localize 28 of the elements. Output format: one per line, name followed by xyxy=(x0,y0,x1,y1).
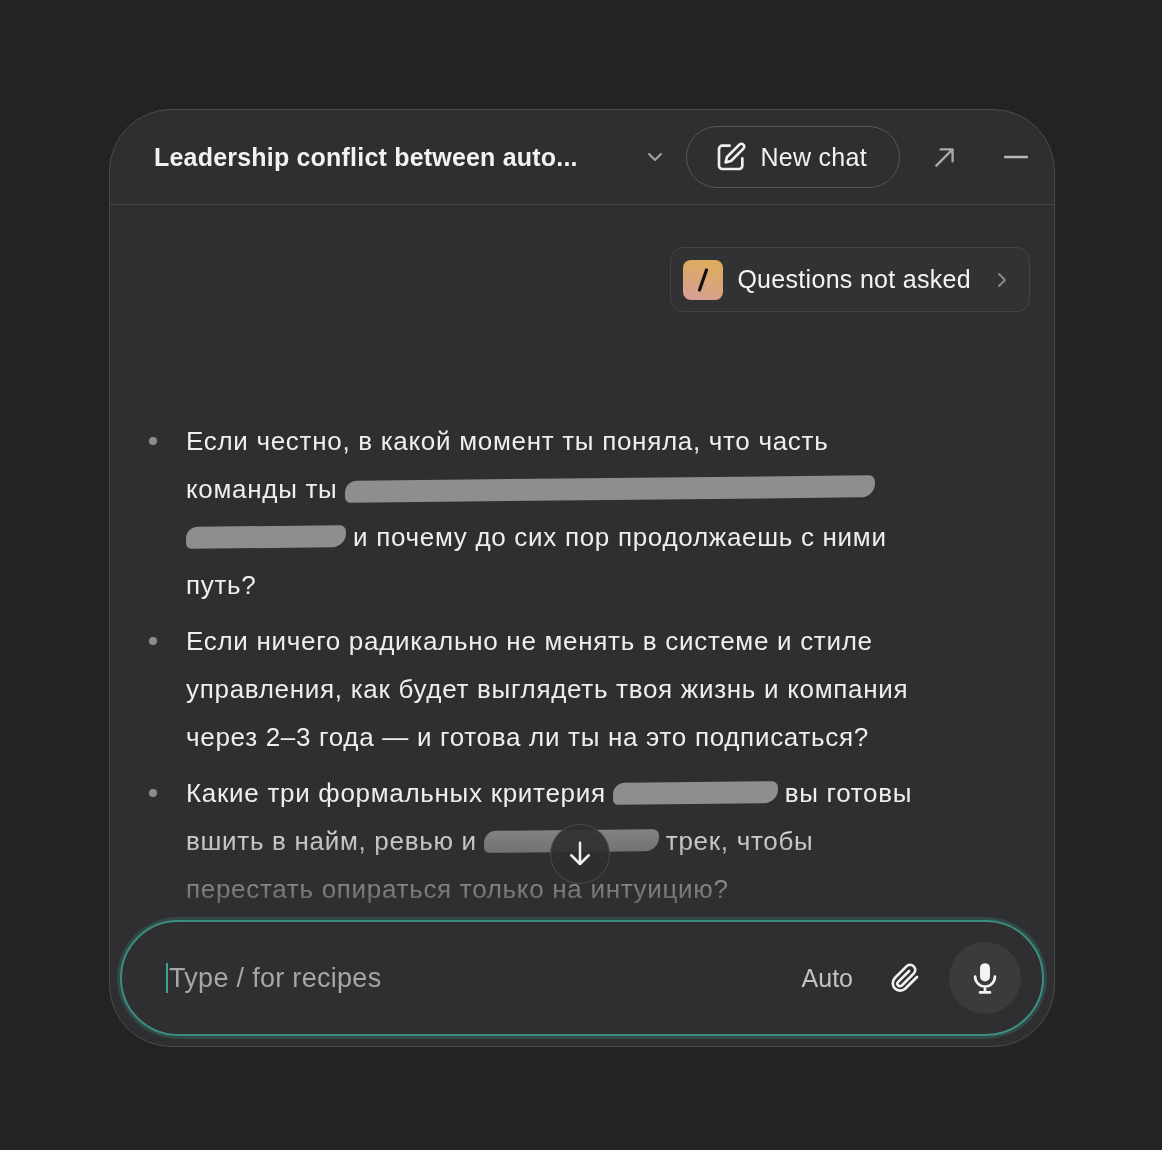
minimize-button[interactable] xyxy=(1004,155,1028,159)
mode-button[interactable]: Auto xyxy=(801,959,853,997)
minus-icon xyxy=(1004,155,1028,159)
bullet-icon xyxy=(149,637,157,645)
bullet-text: через 2–3 года — и готова ли ты на это подписаться? xyxy=(186,722,869,752)
paperclip-icon xyxy=(889,962,921,994)
bullet-text: и почему до сих пор продолжаешь с ними xyxy=(353,522,887,552)
bullet-text: путь? xyxy=(186,570,257,600)
bullet-text: Какие три формальных критерия xyxy=(186,778,606,808)
bullet-text: вы готовы xyxy=(784,778,913,808)
bullet-text: трек, чтобы xyxy=(665,826,814,856)
recipe-chip[interactable]: Questions not asked xyxy=(670,247,1030,312)
bullet-icon xyxy=(149,437,157,445)
chevron-down-icon xyxy=(647,152,664,162)
bullet-text: вшить в найм, ревью и xyxy=(186,826,477,856)
bullet-text: перестать опираться только на интуицию? xyxy=(186,874,729,904)
composer-field[interactable]: Type / for recipes Auto xyxy=(120,920,1044,1036)
slash-icon xyxy=(683,259,724,300)
bullet-text: Если честно, в какой момент ты поняла, что часть xyxy=(186,426,829,456)
edit-icon xyxy=(715,141,748,173)
text-cursor xyxy=(166,963,168,993)
bullet-icon xyxy=(149,789,157,797)
bullet-text: Если ничего радикально не менять в системе и стиле xyxy=(186,626,873,656)
chat-title: Leadership conflict between auto... xyxy=(154,142,578,172)
chevron-right-icon xyxy=(997,271,1007,288)
bullet-text: команды ты xyxy=(186,474,338,504)
bullet-text: управления, как будет выглядеть твоя жизнь и компания xyxy=(186,674,909,704)
attach-button[interactable] xyxy=(889,962,921,994)
